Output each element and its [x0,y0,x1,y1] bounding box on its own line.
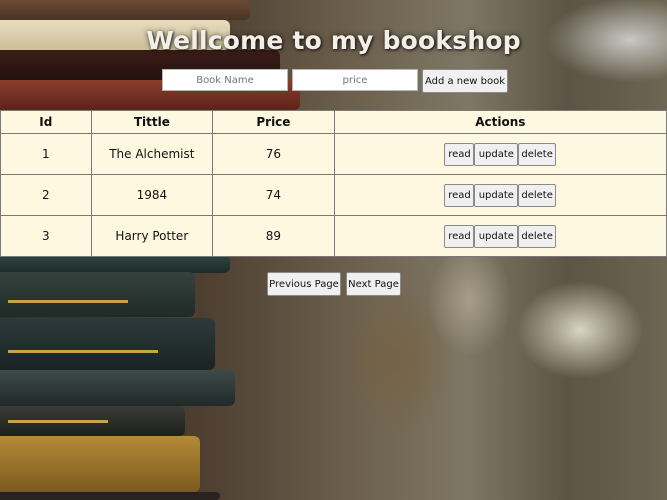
cell-price: 89 [212,215,335,257]
book-spine [0,370,235,406]
update-button[interactable]: update [474,142,519,166]
add-book-button[interactable]: Add a new book [422,69,508,93]
read-button[interactable]: read [444,224,475,248]
page-title: Wellcome to my bookshop [146,26,521,55]
cell-price: 74 [212,174,335,216]
table-row: 2 1984 74 read update delete [0,174,667,216]
book-spine [0,492,220,500]
book-spine [0,436,200,492]
book-gilding [8,350,158,353]
table-row: 3 Harry Potter 89 read update delete [0,215,667,257]
book-gilding [8,300,128,303]
book-gilding [8,420,108,423]
cell-price: 76 [212,133,335,175]
cell-actions: read update delete [333,215,667,257]
cell-title: Harry Potter [90,215,214,257]
header-id: Id [0,110,92,134]
delete-button[interactable]: delete [518,224,557,248]
book-name-input[interactable] [162,69,288,91]
read-button[interactable]: read [444,142,475,166]
books-table: Id Tittle Price Actions 1 The Alchemist … [0,110,667,257]
header-price: Price [212,110,335,134]
delete-button[interactable]: delete [518,183,557,207]
cell-id: 3 [0,215,92,257]
cell-actions: read update delete [333,174,667,216]
cell-actions: read update delete [333,133,667,175]
book-spine [0,255,230,273]
previous-page-button[interactable]: Previous Page [267,272,341,296]
cell-title: The Alchemist [90,133,214,175]
book-spine [0,272,195,317]
cell-id: 1 [0,133,92,175]
header-actions: Actions [333,110,667,134]
cell-title: 1984 [90,174,214,216]
update-button[interactable]: update [474,224,519,248]
header-title: Tittle [90,110,214,134]
cell-id: 2 [0,174,92,216]
book-spine [0,318,215,370]
table-header-row: Id Tittle Price Actions [0,110,667,134]
price-input[interactable] [292,69,418,91]
delete-button[interactable]: delete [518,142,557,166]
book-spine [0,0,250,20]
read-button[interactable]: read [444,183,475,207]
next-page-button[interactable]: Next Page [346,272,401,296]
update-button[interactable]: update [474,183,519,207]
table-row: 1 The Alchemist 76 read update delete [0,133,667,175]
